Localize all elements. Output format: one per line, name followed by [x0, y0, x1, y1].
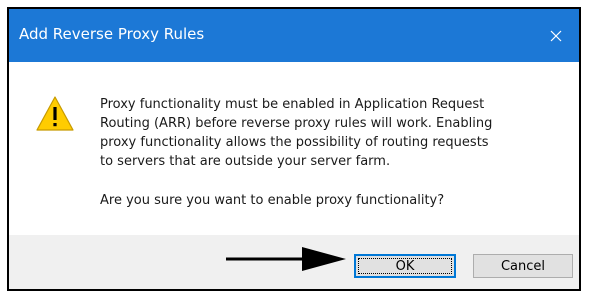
title-bar[interactable]: Add Reverse Proxy Rules: [9, 9, 579, 62]
ok-button[interactable]: OK: [354, 254, 456, 278]
close-icon: [550, 30, 562, 41]
cancel-button[interactable]: Cancel: [473, 254, 573, 278]
message-line: Proxy functionality must be enabled in A…: [100, 97, 485, 112]
dialog-message: Proxy functionality must be enabled in A…: [100, 95, 570, 171]
dialog-question: Are you sure you want to enable proxy fu…: [100, 193, 445, 208]
dialog-title: Add Reverse Proxy Rules: [19, 25, 205, 43]
close-button[interactable]: [533, 9, 579, 62]
message-line: to servers that are outside your server …: [100, 154, 391, 169]
message-line: proxy functionality allows the possibili…: [100, 135, 489, 150]
focus-ring: [358, 258, 452, 274]
dialog-content: Proxy functionality must be enabled in A…: [9, 62, 579, 235]
pointer-arrow-icon: [226, 247, 346, 271]
message-line: Routing (ARR) before reverse proxy rules…: [100, 116, 493, 131]
warning-icon: [36, 96, 74, 131]
cancel-button-label: Cancel: [500, 258, 546, 274]
